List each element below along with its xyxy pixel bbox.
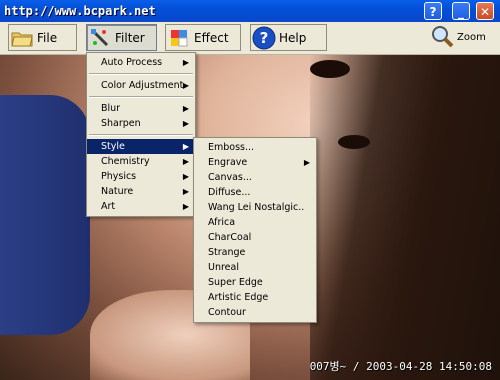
help-title-button[interactable]: ? <box>424 2 442 20</box>
submenu-arrow-icon: ▶ <box>182 104 189 113</box>
menu-item-auto-process[interactable]: Auto Process ▶ <box>87 55 195 70</box>
minimize-button[interactable]: _ <box>452 2 470 20</box>
menu-item-canvas[interactable]: Canvas... <box>194 170 316 185</box>
photo-shirt-region <box>0 95 90 335</box>
menu-item-charcoal[interactable]: CharCoal <box>194 230 316 245</box>
question-circle-icon: ? <box>251 26 277 50</box>
effect-button[interactable]: Effect <box>165 24 241 51</box>
menu-item-artistic-edge[interactable]: Artistic Edge <box>194 290 316 305</box>
style-submenu: Emboss... Engrave ▶ Canvas... Diffuse... … <box>193 137 317 323</box>
window-title: http://www.bcpark.net <box>4 4 156 18</box>
menu-item-chemistry[interactable]: Chemistry ▶ <box>87 154 195 169</box>
photo-eye-region <box>310 60 350 78</box>
menu-item-sharpen[interactable]: Sharpen ▶ <box>87 116 195 131</box>
menu-item-emboss[interactable]: Emboss... <box>194 140 316 155</box>
help-button[interactable]: ? Help <box>250 24 327 51</box>
submenu-arrow-icon: ▶ <box>182 58 189 67</box>
menu-item-super-edge[interactable]: Super Edge <box>194 275 316 290</box>
photo-caption: 007병~ / 2003-04-28 14:50:08 <box>309 360 492 373</box>
magnifier-icon <box>430 24 454 51</box>
filter-label: Filter <box>115 30 145 45</box>
magic-wand-icon <box>87 26 113 50</box>
submenu-arrow-icon: ▶ <box>182 81 189 90</box>
submenu-arrow-icon: ▶ <box>303 158 310 167</box>
zoom-button[interactable]: Zoom <box>430 24 486 50</box>
file-button[interactable]: File <box>8 24 77 51</box>
menu-item-diffuse[interactable]: Diffuse... <box>194 185 316 200</box>
menu-item-strange[interactable]: Strange <box>194 245 316 260</box>
file-label: File <box>37 30 58 45</box>
menu-item-physics[interactable]: Physics ▶ <box>87 169 195 184</box>
menu-item-unreal[interactable]: Unreal <box>194 260 316 275</box>
photo-hair-region <box>310 55 500 380</box>
menu-separator <box>89 134 193 136</box>
menu-item-engrave[interactable]: Engrave ▶ <box>194 155 316 170</box>
toolbar: File Filter Effect ? Help Zoom <box>0 22 500 55</box>
filter-button[interactable]: Filter <box>86 24 157 51</box>
menu-item-contour[interactable]: Contour <box>194 305 316 320</box>
menu-item-nature[interactable]: Nature ▶ <box>87 184 195 199</box>
photo-eye-region-2 <box>338 135 370 149</box>
menu-separator <box>89 73 193 75</box>
menu-item-wang-lei-nostalgic[interactable]: Wang Lei Nostalgic.. <box>194 200 316 215</box>
help-label: Help <box>279 30 307 45</box>
color-palette-icon <box>166 26 192 50</box>
folder-icon <box>9 26 35 50</box>
menu-separator <box>89 96 193 98</box>
menu-item-color-adjustment[interactable]: Color Adjustment ▶ <box>87 78 195 93</box>
submenu-arrow-icon: ▶ <box>182 119 189 128</box>
menu-item-style[interactable]: Style ▶ <box>87 139 195 154</box>
menu-item-blur[interactable]: Blur ▶ <box>87 101 195 116</box>
menu-item-africa[interactable]: Africa <box>194 215 316 230</box>
filter-menu: Auto Process ▶ Color Adjustment ▶ Blur ▶ Sh… <box>86 52 196 217</box>
title-bar: http://www.bcpark.net ? _ ✕ <box>0 0 500 22</box>
zoom-label: Zoom <box>457 31 486 43</box>
submenu-arrow-icon: ▶ <box>182 142 189 151</box>
submenu-arrow-icon: ▶ <box>182 202 189 211</box>
submenu-arrow-icon: ▶ <box>182 172 189 181</box>
menu-item-art[interactable]: Art ▶ <box>87 199 195 214</box>
submenu-arrow-icon: ▶ <box>182 157 189 166</box>
svg-text:?: ? <box>260 29 269 47</box>
close-button[interactable]: ✕ <box>476 2 494 20</box>
effect-label: Effect <box>194 30 229 45</box>
submenu-arrow-icon: ▶ <box>182 187 189 196</box>
